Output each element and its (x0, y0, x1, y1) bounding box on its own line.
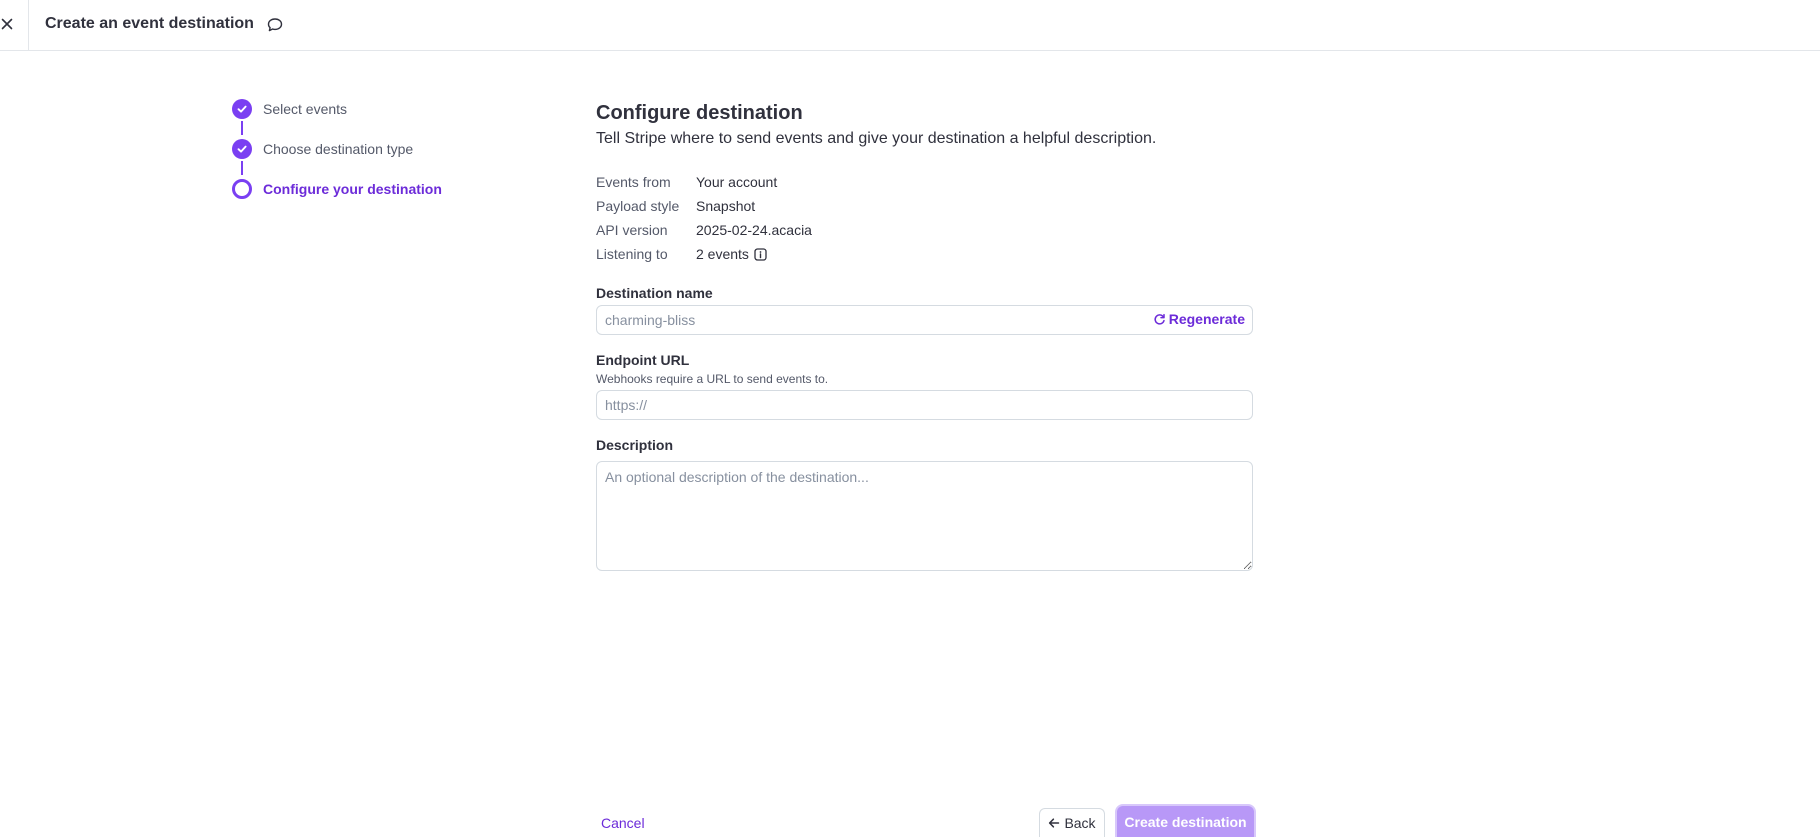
regenerate-label: Regenerate (1168, 311, 1245, 327)
back-label: Back (1064, 815, 1096, 831)
close-button[interactable] (0, 13, 14, 35)
back-button[interactable]: Back (1039, 808, 1105, 837)
cancel-button[interactable]: Cancel (601, 815, 645, 831)
step-label: Configure your destination (263, 181, 442, 197)
step-complete-icon (232, 99, 252, 119)
endpoint-url-help: Webhooks require a URL to send events to… (596, 372, 829, 386)
summary-key: Payload style (596, 198, 680, 214)
summary-row-listening-to: Listening to 2 events (596, 242, 812, 266)
step-configure-destination: Configure your destination (232, 178, 442, 200)
summary-value: 2025-02-24.acacia (696, 222, 812, 238)
step-select-events[interactable]: Select events (232, 98, 347, 120)
top-bar: Create an event destination (0, 0, 1820, 51)
summary-value: Your account (696, 174, 778, 190)
step-connector (241, 121, 243, 135)
chat-bubble-icon (267, 18, 283, 32)
step-complete-icon (232, 139, 252, 159)
events-count: 2 events (696, 246, 749, 262)
step-current-icon (232, 179, 252, 199)
checkmark-icon (237, 145, 247, 153)
create-destination-button[interactable]: Create destination (1117, 806, 1254, 837)
summary-row-api-version: API version 2025-02-24.acacia (596, 218, 812, 242)
feedback-button[interactable] (266, 16, 284, 34)
page-title: Create an event destination (45, 15, 254, 32)
destination-name-group: Regenerate (596, 305, 1253, 335)
summary-value: Snapshot (696, 198, 756, 214)
summary-key: API version (596, 222, 668, 238)
destination-summary: Events from Your account Payload style S… (596, 170, 812, 266)
summary-key: Listening to (596, 246, 668, 262)
endpoint-url-label: Endpoint URL (596, 352, 690, 368)
endpoint-url-input[interactable] (596, 390, 1253, 420)
step-choose-destination-type[interactable]: Choose destination type (232, 138, 413, 160)
arrow-left-icon (1049, 818, 1060, 828)
header-divider (28, 0, 29, 51)
summary-row-events-from: Events from Your account (596, 170, 812, 194)
section-subtitle: Tell Stripe where to send events and giv… (596, 130, 1157, 147)
step-label: Choose destination type (263, 141, 414, 157)
info-icon[interactable] (754, 247, 767, 261)
description-label: Description (596, 437, 674, 453)
summary-value: 2 events (696, 246, 767, 262)
description-textarea[interactable] (596, 461, 1253, 571)
close-icon (1, 18, 13, 30)
section-title: Configure destination (596, 102, 803, 124)
summary-key: Events from (596, 174, 671, 190)
checkmark-icon (237, 105, 247, 113)
refresh-icon (1154, 313, 1165, 325)
step-label: Select events (263, 101, 348, 117)
destination-name-label: Destination name (596, 285, 713, 301)
regenerate-button[interactable]: Regenerate (1152, 311, 1245, 327)
summary-row-payload-style: Payload style Snapshot (596, 194, 812, 218)
step-connector (241, 161, 243, 175)
